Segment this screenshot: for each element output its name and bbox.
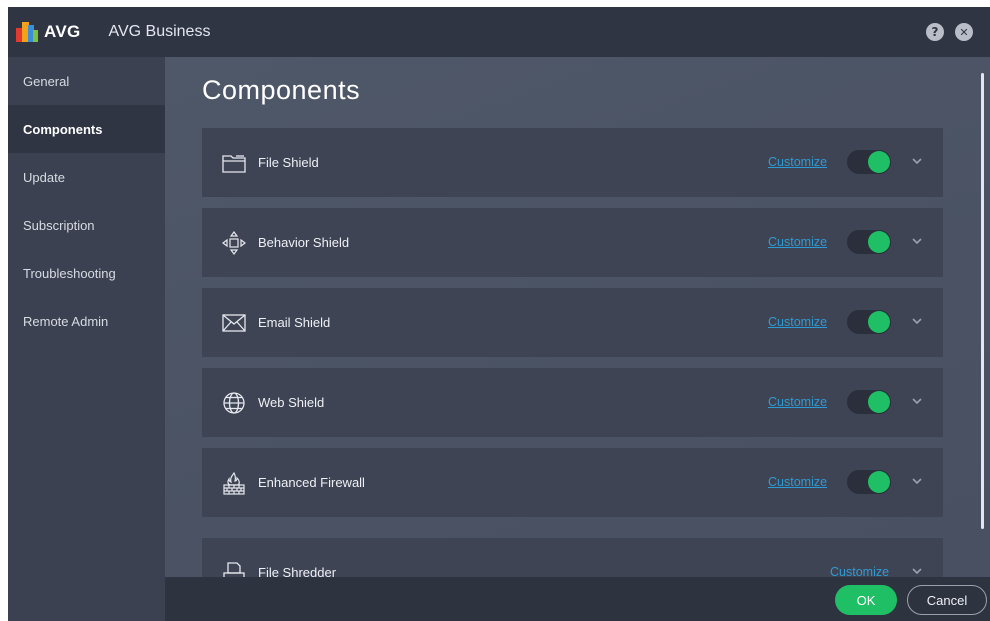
- customize-link[interactable]: Customize: [768, 475, 827, 489]
- component-name: File Shredder: [258, 565, 337, 577]
- sidebar-item-label: Subscription: [23, 217, 95, 233]
- sidebar-item-troubleshooting[interactable]: Troubleshooting: [8, 249, 165, 297]
- component-card-enhanced-firewall: Enhanced Firewall Customize: [202, 448, 943, 517]
- enhanced-firewall-toggle[interactable]: [847, 470, 891, 494]
- close-button[interactable]: ✕: [955, 23, 973, 41]
- close-icon: ✕: [959, 25, 969, 39]
- component-card-file-shredder: File Shredder Customize: [202, 538, 943, 577]
- title-bar: AVG AVG Business ? ✕: [8, 7, 990, 57]
- file-shield-toggle[interactable]: [847, 150, 891, 174]
- logo-text: AVG: [44, 22, 81, 41]
- sidebar-item-subscription[interactable]: Subscription: [8, 201, 165, 249]
- component-card-email-shield: Email Shield Customize: [202, 288, 943, 357]
- sidebar-item-label: Update: [23, 169, 65, 185]
- sidebar-item-label: Troubleshooting: [23, 265, 116, 281]
- component-card-file-shield: File Shield Customize: [202, 128, 943, 197]
- help-button[interactable]: ?: [926, 23, 944, 41]
- chevron-down-icon[interactable]: [909, 233, 925, 249]
- customize-link[interactable]: Customize: [830, 565, 889, 577]
- component-card-web-shield: Web Shield Customize: [202, 368, 943, 437]
- envelope-icon: [222, 311, 246, 335]
- chevron-down-icon[interactable]: [909, 393, 925, 409]
- sidebar-item-label: Remote Admin: [23, 313, 109, 329]
- customize-link[interactable]: Customize: [768, 315, 827, 329]
- component-name: Web Shield: [258, 395, 325, 410]
- behavior-shield-toggle[interactable]: [847, 230, 891, 254]
- component-name: Behavior Shield: [258, 235, 350, 250]
- firewall-icon: [222, 471, 246, 495]
- sidebar-item-components[interactable]: Components: [8, 105, 165, 153]
- avg-logo-icon: [16, 22, 38, 42]
- sidebar-item-label: Components: [23, 121, 103, 137]
- sidebar-item-general[interactable]: General: [8, 57, 165, 105]
- chevron-down-icon[interactable]: [909, 153, 925, 169]
- app-title: AVG Business: [108, 23, 211, 40]
- component-name: Email Shield: [258, 315, 331, 330]
- email-shield-toggle[interactable]: [847, 310, 891, 334]
- main-panel: Components File Shield Customize Behavio…: [165, 57, 990, 577]
- folder-icon: [222, 151, 246, 175]
- sidebar-item-label: General: [23, 73, 70, 89]
- customize-link[interactable]: Customize: [768, 395, 827, 409]
- web-shield-toggle[interactable]: [847, 390, 891, 414]
- sidebar: General Components Update Subscription T…: [8, 57, 165, 621]
- component-name: File Shield: [258, 155, 319, 170]
- help-icon: ?: [931, 25, 939, 39]
- chevron-down-icon[interactable]: [909, 563, 925, 577]
- globe-icon: [222, 391, 246, 415]
- chevron-down-icon[interactable]: [909, 473, 925, 489]
- page-title: Components: [202, 75, 361, 105]
- cancel-button[interactable]: Cancel: [907, 585, 987, 615]
- ok-button[interactable]: OK: [835, 585, 897, 615]
- move-arrows-icon: [222, 230, 246, 255]
- shredder-icon: [222, 561, 246, 577]
- app-window: AVG AVG Business ? ✕ General Components …: [8, 7, 990, 621]
- customize-link[interactable]: Customize: [768, 235, 827, 249]
- avg-logo: AVG: [16, 22, 80, 42]
- sidebar-item-remote-admin[interactable]: Remote Admin: [8, 297, 165, 345]
- component-name: Enhanced Firewall: [258, 475, 365, 490]
- chevron-down-icon[interactable]: [909, 313, 925, 329]
- scrollbar[interactable]: [981, 73, 984, 529]
- sidebar-item-update[interactable]: Update: [8, 153, 165, 201]
- component-card-behavior-shield: Behavior Shield Customize: [202, 208, 943, 277]
- footer-bar: OK Cancel: [165, 577, 990, 621]
- customize-link[interactable]: Customize: [768, 155, 827, 169]
